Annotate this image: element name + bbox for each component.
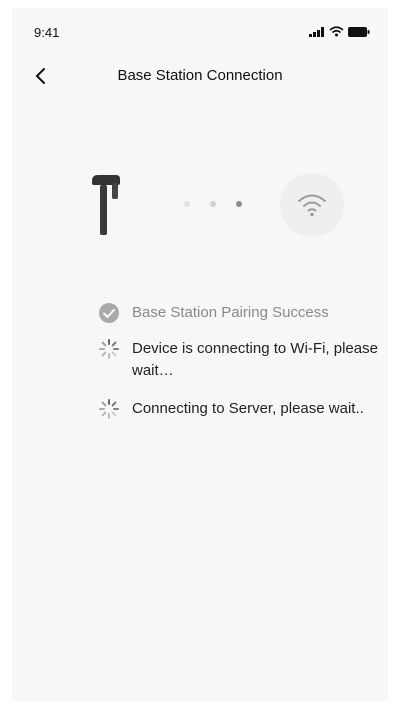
spinner-icon: [99, 399, 119, 419]
step-text: Base Station Pairing Success: [132, 304, 329, 321]
step-server: Connecting to Server, please wait..: [98, 398, 378, 420]
connection-illustration: [12, 163, 388, 253]
step-text: Connecting to Server, please wait..: [132, 400, 364, 417]
step-wifi: Device is connecting to Wi-Fi, please wa…: [98, 338, 378, 382]
wifi-icon: [329, 26, 344, 37]
step-text: Device is connecting to Wi-Fi, please wa…: [132, 340, 378, 379]
page-title: Base Station Connection: [117, 67, 283, 84]
connection-steps: Base Station Pairing Success Device is c…: [98, 302, 378, 420]
status-icons: [309, 26, 370, 37]
check-circle-icon: [99, 303, 119, 323]
status-bar: 9:41: [12, 8, 388, 52]
progress-dot: [210, 201, 216, 207]
wifi-badge: [280, 173, 344, 237]
step-pairing: Base Station Pairing Success: [98, 302, 378, 324]
battery-icon: [348, 26, 370, 37]
screen: 9:41 Base Station Connection Base Statio…: [12, 8, 388, 701]
signal-icon: [309, 26, 324, 37]
progress-dot: [184, 201, 190, 207]
status-time: 9:41: [34, 25, 60, 40]
nav-bar: Base Station Connection: [12, 60, 388, 96]
spinner-icon: [99, 339, 119, 359]
wifi-icon: [298, 194, 326, 217]
base-station-icon: [92, 175, 120, 235]
progress-dot: [236, 201, 242, 207]
